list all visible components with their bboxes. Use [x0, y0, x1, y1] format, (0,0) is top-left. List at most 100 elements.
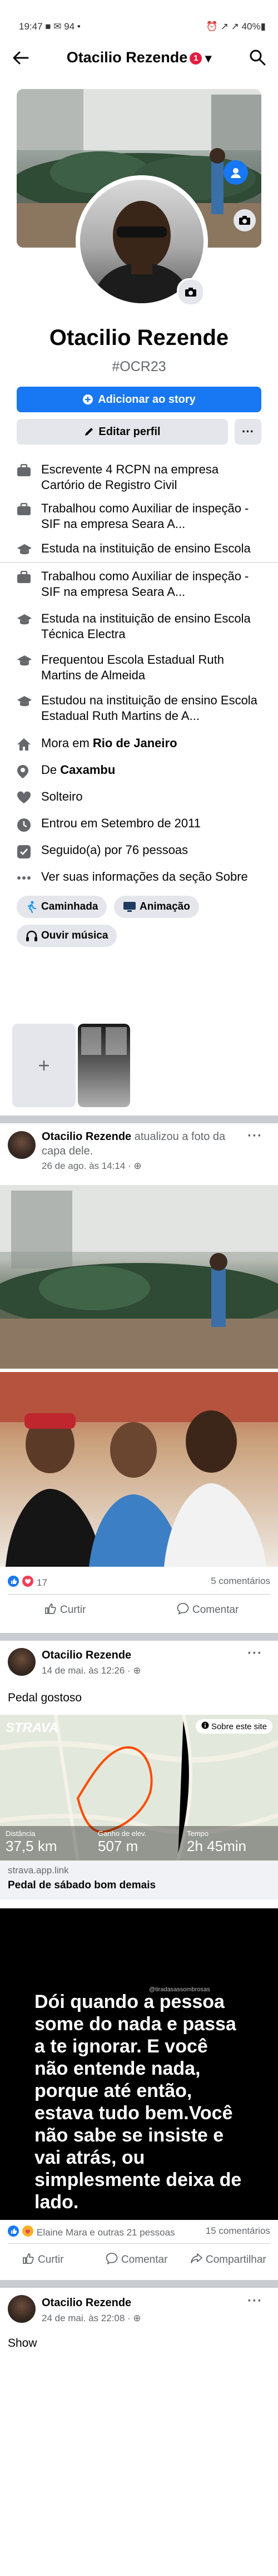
home-icon [17, 738, 36, 753]
info-text: Estudou na instituição de ensino Escola … [41, 693, 257, 723]
top-bar: Otacilio Rezende 1 ▾ [0, 39, 278, 72]
text-image-post[interactable]: @tiradasassombrosas Dói quando a pessoa … [0, 1908, 278, 2220]
see-about-info-link[interactable]: Ver suas informações da seção Sobre [17, 869, 267, 887]
info-item-followers[interactable]: Seguido(a) por 76 pessoas [17, 842, 267, 860]
like-button[interactable]: Curtir [44, 1602, 86, 1618]
notification-badge: 1 [190, 52, 202, 65]
post-author[interactable]: Otacilio Rezende [42, 1131, 131, 1143]
status-right-icons: ⏰ ↗ ↗ 40%▮ [206, 21, 266, 32]
strava-logo: STRAVA [6, 1720, 59, 1735]
profile-handle: #OCR23 [112, 359, 166, 374]
stat-label: Tempo [187, 1829, 209, 1838]
edit-profile-button[interactable]: Editar perfil [17, 419, 228, 445]
info-text: Trabalhou como Auxiliar de inspeção - SI… [41, 569, 249, 599]
about-site-label: Sobre este site [211, 1721, 267, 1731]
location-pin-icon [17, 764, 36, 780]
info-item-relationship: Solteiro [17, 789, 267, 807]
post-options-icon[interactable]: ··· [247, 1646, 262, 1661]
hobby-label: Caminhada [41, 901, 98, 912]
post-avatar[interactable] [8, 1131, 36, 1159]
link-title: Pedal de sábado bom demais [8, 1879, 156, 1891]
stat-label: Ganho de elev. [98, 1829, 147, 1838]
clock-icon [17, 818, 36, 833]
section-separator [0, 1633, 278, 1641]
love-reaction-icon [22, 1576, 33, 1590]
post-reactions[interactable]: 17 [8, 1576, 47, 1590]
comment-count[interactable]: 15 comentários [206, 2225, 270, 2237]
status-left-icons: ■ ✉ 94 • [45, 21, 81, 32]
post-reactions[interactable]: Elaine Mara e outras 21 pessoas [8, 2225, 175, 2239]
section-separator [0, 1116, 278, 1123]
info-bold: Rio de Janeiro [92, 736, 177, 750]
comment-icon [106, 2252, 118, 2268]
search-icon[interactable] [249, 49, 266, 66]
like-label: Curtir [60, 1604, 86, 1616]
more-options-button[interactable]: ··· [235, 419, 261, 445]
hobby-chip[interactable]: Animação [114, 896, 199, 918]
info-text: Estuda na instituição de ensino Escola T… [41, 611, 251, 641]
post-avatar[interactable] [8, 1648, 36, 1676]
post-author[interactable]: Otacilio Rezende [42, 1649, 131, 1662]
avatar-camera-icon[interactable] [177, 278, 205, 306]
heart-icon [17, 791, 36, 807]
headphones-icon [26, 930, 38, 942]
post-avatar[interactable] [8, 2295, 36, 2323]
section-separator [0, 2280, 278, 2288]
info-item-from: De Caxambu [17, 762, 267, 780]
add-featured-button[interactable]: + [12, 1024, 76, 1107]
briefcase-icon [17, 464, 36, 480]
info-item-work: Trabalhou como Auxiliar de inspeção - SI… [17, 569, 267, 602]
post-options-icon[interactable]: ··· [247, 1128, 262, 1144]
quote-text: Dói quando a pessoa some do nada e passa… [34, 1991, 242, 2213]
comment-button[interactable]: Comentar [177, 1602, 239, 1618]
header-title-group[interactable]: Otacilio Rezende 1 ▾ [0, 49, 278, 66]
info-prefix: Mora em [41, 736, 93, 750]
hobby-chip[interactable]: Ouvir música [17, 925, 117, 947]
graduation-cap-icon [17, 695, 36, 710]
cover-avatar-button[interactable] [224, 160, 248, 185]
add-story-button[interactable]: Adicionar ao story [17, 387, 261, 412]
graduation-cap-icon [17, 654, 36, 670]
thumbs-up-icon [44, 1602, 57, 1618]
comment-label: Comentar [192, 1604, 239, 1616]
info-text: Seguido(a) por 76 pessoas [41, 843, 188, 857]
comment-icon [177, 1602, 189, 1618]
post-cover-image[interactable] [0, 1185, 278, 1369]
about-site-button[interactable]: Sobre este site [195, 1719, 272, 1734]
like-button[interactable]: Curtir [22, 2252, 63, 2268]
post-author[interactable]: Otacilio Rezende [42, 2297, 131, 2309]
post-text: Show [8, 2337, 37, 2350]
more-horizontal-icon [17, 871, 36, 887]
info-item-joined: Entrou em Setembro de 2011 [17, 816, 267, 833]
stat-value: 2h 45min [187, 1838, 246, 1854]
info-text: Trabalhou como Auxiliar de inspeção - SI… [41, 501, 249, 531]
post-photo-friends[interactable] [0, 1372, 278, 1567]
plus-circle-icon [82, 394, 93, 405]
divider [8, 2243, 270, 2244]
featured-photo[interactable] [78, 1024, 130, 1107]
info-text: Frequentou Escola Estadual Ruth Martins … [41, 653, 224, 682]
comment-count[interactable]: 5 comentários [211, 1576, 270, 1587]
info-item-education: Estudou na instituição de ensino Escola … [17, 693, 267, 726]
hobby-label: Animação [140, 901, 190, 912]
post-options-icon[interactable]: ··· [247, 2293, 262, 2309]
info-text: Estuda na instituição de ensino Escola T… [41, 541, 251, 559]
like-reaction-icon [8, 2225, 19, 2239]
strava-map[interactable]: STRAVA Sobre este site Distância 37,5 km… [0, 1715, 278, 1861]
share-button[interactable]: Compartilhar [190, 2252, 266, 2268]
share-label: Compartilhar [206, 2254, 266, 2266]
status-time: 19:47 [19, 21, 43, 32]
link-preview[interactable]: strava.app.link Pedal de sábado bom dema… [0, 1861, 278, 1899]
hobby-label: Ouvir música [41, 930, 108, 941]
like-reaction-icon [8, 1576, 19, 1590]
comment-button[interactable]: Comentar [106, 2252, 167, 2268]
edit-profile-label: Editar perfil [98, 425, 161, 438]
post-header: Otacilio Rezende atualizou a foto da cap… [42, 1129, 242, 1158]
graduation-cap-icon [17, 613, 36, 629]
divider [0, 562, 278, 563]
info-item-education: Estuda na instituição de ensino Escola T… [17, 611, 267, 644]
care-reaction-icon [22, 2225, 33, 2239]
header-title: Otacilio Rezende [66, 49, 188, 66]
hobby-chip[interactable]: Caminhada [17, 896, 107, 918]
cover-camera-icon[interactable] [234, 209, 256, 231]
